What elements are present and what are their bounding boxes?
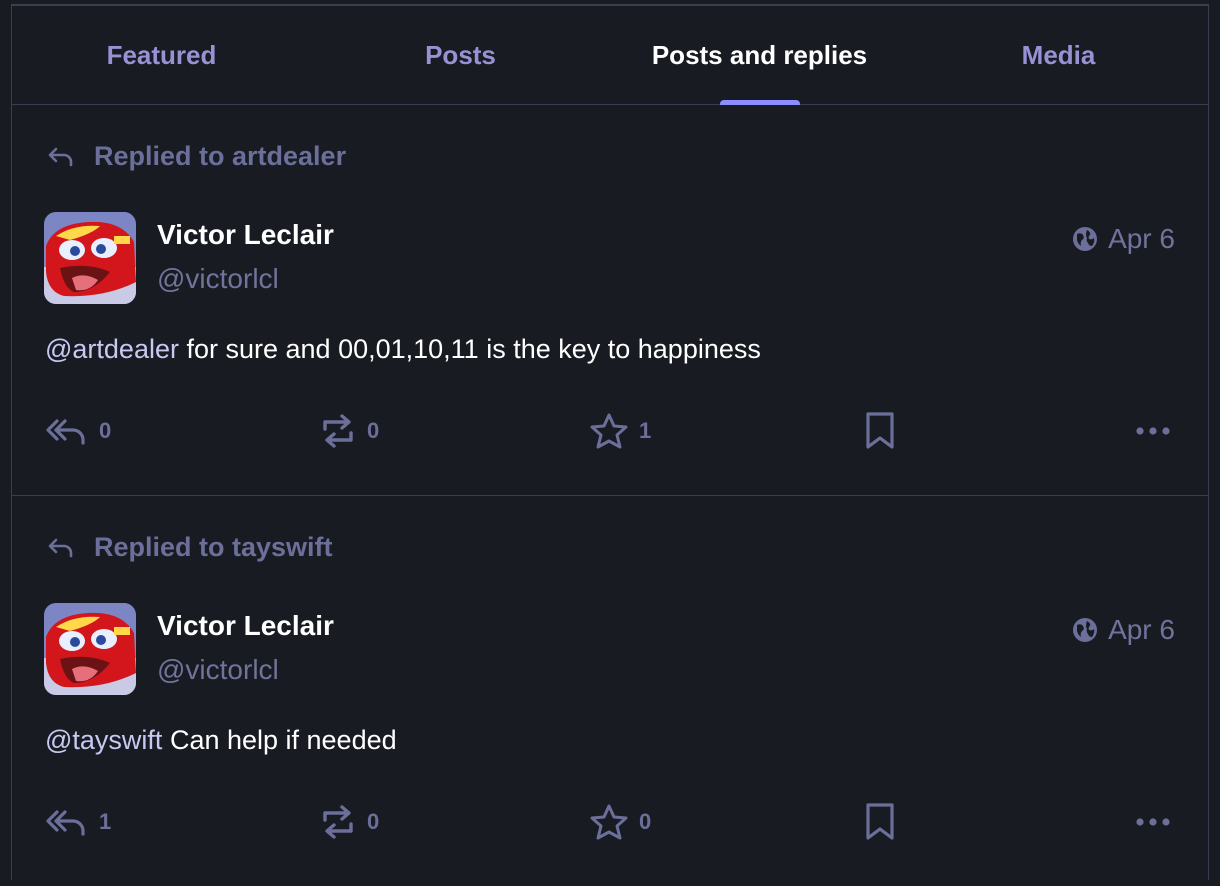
status-content: @artdealer for sure and 00,01,10,11 is t…: [45, 334, 761, 365]
reply-all-icon: [46, 419, 85, 445]
reply-count: 0: [99, 418, 112, 443]
boost-icon: [323, 414, 353, 448]
tab-label: Posts: [425, 39, 496, 70]
bookmark-button[interactable]: [863, 409, 897, 453]
profile-timeline: Featured Posts Posts and replies Media R…: [11, 4, 1209, 880]
status-content: @tayswift Can help if needed: [45, 725, 397, 756]
more-icon: [1136, 818, 1170, 826]
tab-featured[interactable]: Featured: [12, 6, 311, 104]
reply-arrow-icon: [48, 538, 73, 557]
boost-count: 0: [367, 418, 380, 443]
replied-to-label: Replied to tayswift: [94, 532, 333, 562]
boost-icon: [323, 805, 353, 839]
avatar-image: [44, 212, 136, 304]
account-handle[interactable]: @victorlcl: [157, 654, 279, 686]
favourite-count: 1: [639, 418, 652, 443]
replied-to-indicator[interactable]: Replied to artdealer: [46, 141, 346, 172]
bookmark-button[interactable]: [863, 800, 897, 844]
reply-arrow-icon: [48, 147, 73, 166]
date-label: Apr 6: [1108, 223, 1175, 254]
mention-link[interactable]: @tayswift: [45, 725, 162, 755]
tab-label: Posts and replies: [651, 39, 868, 70]
display-name[interactable]: Victor Leclair: [157, 610, 334, 642]
globe-icon: [1073, 618, 1098, 642]
status-action-bar: 1 0 0: [45, 800, 1177, 844]
star-icon: [590, 413, 628, 449]
more-options-button[interactable]: [1135, 800, 1171, 844]
status-post[interactable]: Replied to artdealer Victor Leclair @vic…: [12, 105, 1208, 496]
mention-link[interactable]: @artdealer: [45, 334, 179, 364]
reply-all-icon: [46, 810, 85, 836]
favourite-button[interactable]: 1: [589, 409, 651, 453]
favourite-button[interactable]: 0: [589, 800, 651, 844]
status-post[interactable]: Replied to tayswift Victor Leclair @vict…: [12, 496, 1208, 886]
tab-posts-and-replies[interactable]: Posts and replies: [610, 6, 909, 105]
tab-posts[interactable]: Posts: [311, 6, 610, 104]
globe-icon: [1073, 227, 1098, 251]
account-handle[interactable]: @victorlcl: [157, 263, 279, 295]
display-name[interactable]: Victor Leclair: [157, 219, 334, 251]
status-text: for sure and 00,01,10,11 is the key to h…: [178, 334, 761, 364]
avatar-image: [44, 603, 136, 695]
reply-button[interactable]: 0: [45, 409, 111, 453]
replied-to-indicator[interactable]: Replied to tayswift: [46, 532, 333, 563]
bookmark-icon: [866, 803, 894, 840]
favourite-count: 0: [639, 809, 652, 834]
post-date[interactable]: Apr 6: [1072, 614, 1175, 646]
avatar[interactable]: [44, 603, 136, 695]
reply-button[interactable]: 1: [45, 800, 111, 844]
tab-label: Media: [1021, 39, 1096, 70]
star-icon: [590, 804, 628, 840]
bookmark-icon: [866, 412, 894, 449]
date-label: Apr 6: [1108, 614, 1175, 645]
reply-count: 1: [99, 809, 112, 834]
more-icon: [1136, 427, 1170, 435]
status-action-bar: 0 0 1: [45, 409, 1177, 453]
status-text: Can help if needed: [162, 725, 397, 755]
tab-media[interactable]: Media: [909, 6, 1208, 104]
tab-label: Featured: [106, 39, 217, 70]
profile-tabs: Featured Posts Posts and replies Media: [12, 6, 1208, 105]
post-date[interactable]: Apr 6: [1072, 223, 1175, 255]
boost-count: 0: [367, 809, 380, 834]
avatar[interactable]: [44, 212, 136, 304]
replied-to-label: Replied to artdealer: [94, 141, 347, 171]
boost-button[interactable]: 0: [319, 800, 379, 844]
more-options-button[interactable]: [1135, 409, 1171, 453]
boost-button[interactable]: 0: [319, 409, 379, 453]
